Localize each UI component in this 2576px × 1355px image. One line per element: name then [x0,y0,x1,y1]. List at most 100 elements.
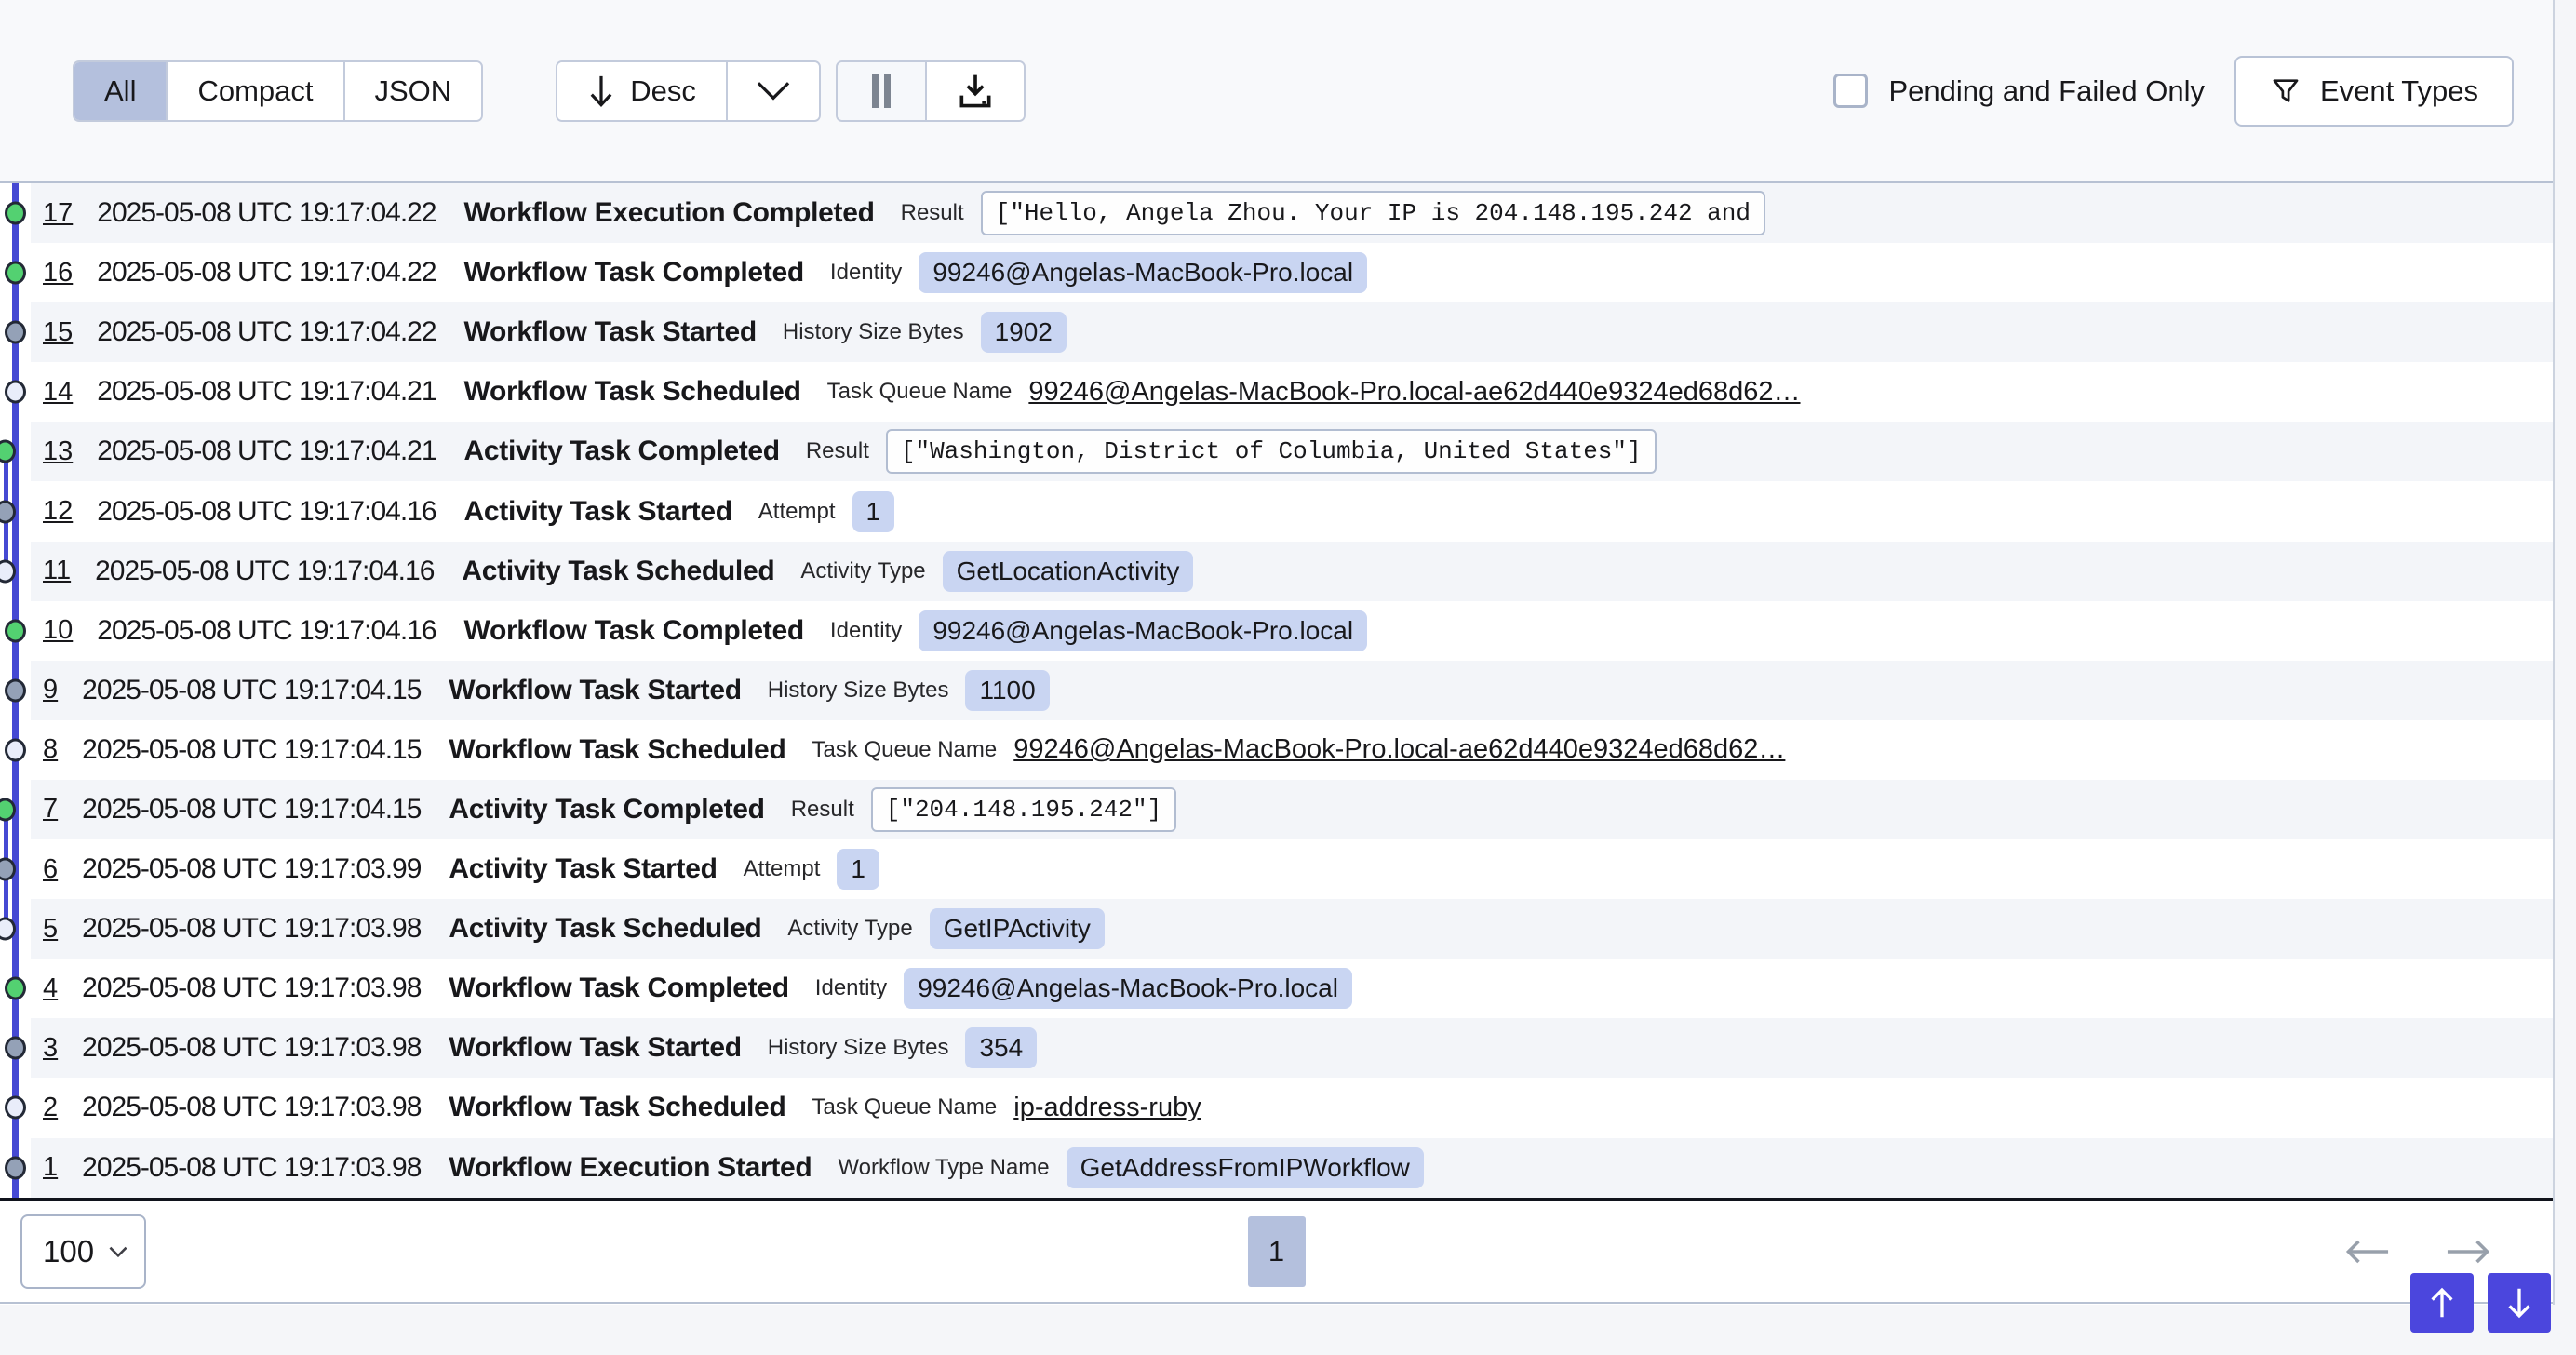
event-id-link[interactable]: 5 [43,914,58,945]
event-row[interactable]: 9 2025-05-08 UTC 19:17:04.15 Workflow Ta… [0,661,2553,720]
next-page-arrow[interactable] [2445,1238,2491,1266]
event-status-dot [5,619,26,642]
chevron-down-icon [756,80,791,102]
history-action-buttons [836,60,1026,122]
event-row[interactable]: 8 2025-05-08 UTC 19:17:04.15 Workflow Ta… [0,720,2553,780]
event-detail-value[interactable]: 99246@Angelas-MacBook-Pro.local-ae62d440… [1028,377,1800,408]
event-row[interactable]: 11 2025-05-08 UTC 19:17:04.16 Activity T… [0,542,2553,601]
event-detail-label: History Size Bytes [768,1035,949,1061]
event-name: Activity Task Started [464,496,732,528]
toolbar-right-cluster: Pending and Failed Only Event Types [1833,56,2514,127]
page-size-select[interactable]: 100 [20,1214,146,1289]
event-name: Workflow Task Completed [449,973,788,1004]
event-detail-label: History Size Bytes [783,319,964,345]
pause-icon [869,73,893,110]
event-row[interactable]: 4 2025-05-08 UTC 19:17:03.98 Workflow Ta… [0,959,2553,1018]
event-detail-label: Result [806,438,869,464]
pause-button[interactable] [838,62,927,120]
event-detail-label: Task Queue Name [827,379,1013,405]
event-id-link[interactable]: 9 [43,675,58,705]
event-id-link[interactable]: 8 [43,734,58,765]
event-detail-value: 1 [852,491,895,532]
event-row[interactable]: 5 2025-05-08 UTC 19:17:03.98 Activity Ta… [0,899,2553,959]
event-name: Activity Task Scheduled [462,556,774,587]
event-row[interactable]: 10 2025-05-08 UTC 19:17:04.16 Workflow T… [0,601,2553,661]
scroll-to-bottom-button[interactable] [2488,1273,2551,1333]
event-row[interactable]: 17 2025-05-08 UTC 19:17:04.22 Workflow E… [0,183,2553,243]
event-timestamp: 2025-05-08 UTC 19:17:04.16 [97,496,436,528]
event-name: Activity Task Scheduled [449,913,761,945]
event-name: Workflow Task Completed [464,257,804,288]
event-timestamp: 2025-05-08 UTC 19:17:04.15 [82,675,421,706]
sort-desc-button[interactable]: Desc [557,62,728,120]
pending-failed-filter[interactable]: Pending and Failed Only [1833,74,2205,108]
event-id-link[interactable]: 4 [43,973,58,1004]
current-page-button[interactable]: 1 [1248,1216,1306,1287]
page-nav-arrows [2344,1238,2491,1266]
event-detail-value[interactable]: 99246@Angelas-MacBook-Pro.local-ae62d440… [1013,734,1785,765]
pending-failed-checkbox[interactable] [1833,74,1868,108]
event-id-link[interactable]: 15 [43,317,73,348]
event-timestamp: 2025-05-08 UTC 19:17:03.98 [82,1092,421,1123]
event-id-link[interactable]: 17 [43,198,73,229]
event-name: Workflow Task Started [449,675,741,706]
event-row[interactable]: 6 2025-05-08 UTC 19:17:03.99 Activity Ta… [0,839,2553,899]
event-detail-value: 99246@Angelas-MacBook-Pro.local [904,968,1352,1009]
event-id-link[interactable]: 3 [43,1033,58,1064]
prev-page-arrow[interactable] [2344,1238,2391,1266]
tab-all[interactable]: All [74,62,168,120]
event-id-link[interactable]: 12 [43,496,73,527]
download-icon [955,71,996,112]
scroll-shortcut-buttons [2410,1273,2551,1333]
event-id-link[interactable]: 6 [43,854,58,885]
event-id-link[interactable]: 10 [43,615,73,646]
sort-dropdown-button[interactable] [728,62,819,120]
event-detail-value[interactable]: ip-address-ruby [1013,1093,1201,1123]
event-detail-value: 99246@Angelas-MacBook-Pro.local [919,252,1367,293]
event-name: Workflow Task Scheduled [464,376,801,408]
event-id-link[interactable]: 7 [43,794,58,825]
event-row[interactable]: 14 2025-05-08 UTC 19:17:04.21 Workflow T… [0,362,2553,422]
event-name: Workflow Execution Started [449,1152,812,1184]
event-id-link[interactable]: 14 [43,377,73,408]
event-status-dot [5,202,26,225]
download-button[interactable] [927,62,1024,120]
event-detail-label: Activity Type [787,916,912,942]
sort-order-control: Desc [556,60,821,122]
tab-json[interactable]: JSON [345,62,482,120]
event-id-link[interactable]: 16 [43,258,73,288]
scroll-to-top-button[interactable] [2410,1273,2474,1333]
chevron-down-icon [109,1245,127,1258]
event-row[interactable]: 13 2025-05-08 UTC 19:17:04.21 Activity T… [0,422,2553,481]
event-history-panel: All Compact JSON Desc [0,0,2555,1305]
event-timestamp: 2025-05-08 UTC 19:17:03.98 [82,1152,421,1184]
event-detail-label: Identity [830,618,902,644]
event-detail-value: GetIPActivity [930,908,1105,949]
event-row[interactable]: 2 2025-05-08 UTC 19:17:03.98 Workflow Ta… [0,1078,2553,1137]
event-row[interactable]: 15 2025-05-08 UTC 19:17:04.22 Workflow T… [0,302,2553,362]
event-types-button[interactable]: Event Types [2234,56,2514,127]
event-name: Activity Task Started [449,853,717,885]
event-timestamp: 2025-05-08 UTC 19:17:03.98 [82,1032,421,1064]
tab-compact[interactable]: Compact [168,62,344,120]
event-status-dot [5,262,26,285]
event-timestamp: 2025-05-08 UTC 19:17:04.21 [97,436,436,467]
event-id-link[interactable]: 1 [43,1152,58,1183]
event-name: Workflow Task Completed [464,615,804,647]
event-id-link[interactable]: 11 [43,556,71,586]
event-history-toolbar: All Compact JSON Desc [0,0,2553,183]
event-row[interactable]: 1 2025-05-08 UTC 19:17:03.98 Workflow Ex… [0,1138,2553,1198]
event-row[interactable]: 16 2025-05-08 UTC 19:17:04.22 Workflow T… [0,243,2553,302]
event-detail-value: ["204.148.195.242"] [871,787,1176,832]
event-row[interactable]: 7 2025-05-08 UTC 19:17:04.15 Activity Ta… [0,780,2553,839]
event-id-link[interactable]: 2 [43,1093,58,1123]
event-timestamp: 2025-05-08 UTC 19:17:04.16 [97,615,436,647]
event-id-link[interactable]: 13 [43,436,73,467]
sort-label: Desc [630,74,696,108]
event-detail-value: 99246@Angelas-MacBook-Pro.local [919,610,1367,651]
event-status-dot [5,381,26,404]
event-name: Workflow Task Scheduled [449,1092,785,1123]
event-row[interactable]: 12 2025-05-08 UTC 19:17:04.16 Activity T… [0,481,2553,541]
arrow-down-icon [587,74,615,109]
event-row[interactable]: 3 2025-05-08 UTC 19:17:03.98 Workflow Ta… [0,1018,2553,1078]
